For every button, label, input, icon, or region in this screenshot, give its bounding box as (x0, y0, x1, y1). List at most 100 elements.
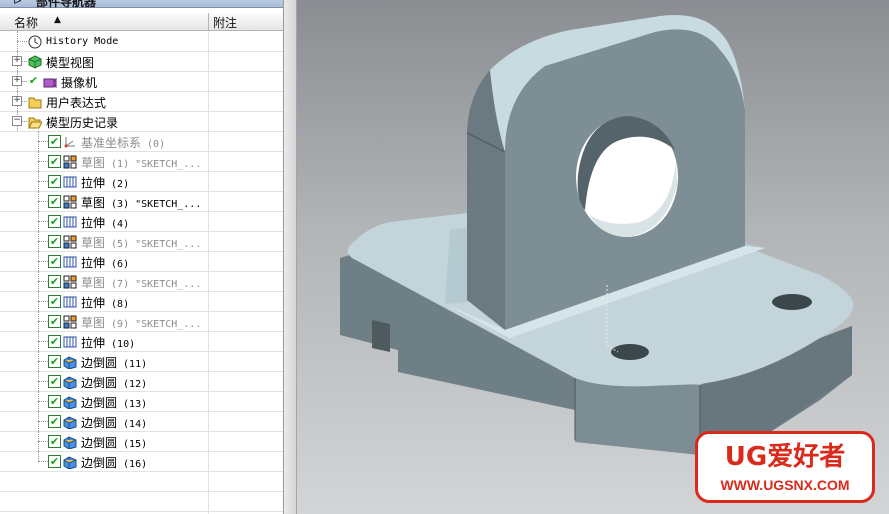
tree-node[interactable]: ✔ 草图 (9) "SKETCH_... (0, 311, 283, 332)
tree-node-label: 边倒圆 (16) (81, 454, 147, 471)
column-separator (208, 111, 209, 131)
tree-node-name: 拉伸 (81, 176, 106, 190)
tree-node[interactable]: ✔ 边倒圆 (14) (0, 411, 283, 432)
tree-node-name: 草图 (81, 156, 106, 170)
ugsnx-watermark-logo: UG爱好者 WWW.UGSNX.COM (695, 431, 875, 503)
expand-icon[interactable]: + (12, 96, 22, 106)
column-name-header[interactable]: 名称 (14, 14, 38, 31)
visibility-checkbox[interactable]: ✔ (48, 435, 61, 448)
visibility-checkbox[interactable]: ✔ (48, 395, 61, 408)
visibility-checkbox[interactable]: ✔ (48, 275, 61, 288)
tree-node-label: 边倒圆 (15) (81, 434, 147, 451)
extrude-icon (63, 254, 77, 268)
collapse-icon[interactable]: − (12, 116, 22, 126)
tree-node[interactable]: ✔ 拉伸 (6) (0, 251, 283, 272)
tree-node-name: 边倒圆 (81, 436, 118, 450)
visibility-checkbox[interactable]: ✔ (28, 75, 39, 86)
visibility-checkbox[interactable]: ✔ (48, 355, 61, 368)
tree-node[interactable]: ✔ 边倒圆 (11) (0, 351, 283, 372)
navigator-title-bar: ⊳ 部件导航器 (0, 0, 283, 9)
tree-node-label: History Mode (46, 36, 118, 47)
camera-icon (43, 74, 57, 89)
tree-node[interactable]: ✔ 基准坐标系 (0) (0, 131, 283, 152)
tree-line (38, 241, 48, 242)
tree-node-label: 拉伸 (8) (81, 294, 129, 311)
panel-splitter[interactable] (284, 0, 297, 514)
tree-node-suffix: (2) (105, 179, 130, 190)
sort-ascending-icon[interactable]: ▲ (54, 15, 61, 25)
visibility-checkbox[interactable]: ✔ (48, 375, 61, 388)
tree-node-label: 草图 (3) "SKETCH_... (81, 194, 201, 211)
tree-node[interactable]: ✔ 边倒圆 (15) (0, 431, 283, 452)
column-separator (208, 31, 209, 51)
tree-node[interactable]: ✔ 草图 (7) "SKETCH_... (0, 271, 283, 292)
visibility-checkbox[interactable]: ✔ (48, 455, 61, 468)
tree-node-label: 草图 (7) "SKETCH_... (81, 274, 201, 291)
watermark-url: WWW.UGSNX.COM (720, 477, 850, 493)
expand-icon[interactable]: + (12, 56, 22, 66)
tree-node[interactable]: ✔ 拉伸 (10) (0, 331, 283, 352)
visibility-checkbox[interactable]: ✔ (48, 335, 61, 348)
column-separator (208, 231, 209, 251)
tree-node[interactable]: ✔ 草图 (3) "SKETCH_... (0, 191, 283, 212)
edge-blend-icon (63, 454, 77, 470)
tree-node[interactable]: History Mode (0, 31, 283, 52)
tree-node-label: 模型历史记录 (46, 114, 118, 131)
tree-node[interactable]: ✔ 拉伸 (2) (0, 171, 283, 192)
column-separator (208, 411, 209, 431)
tree-node[interactable]: ✔ 草图 (5) "SKETCH_... (0, 231, 283, 252)
sketch-icon (63, 194, 77, 209)
tree-node[interactable]: ✔ 边倒圆 (13) (0, 391, 283, 412)
column-separator (208, 151, 209, 171)
tree-line (38, 451, 39, 461)
tree-node[interactable]: ✔ 拉伸 (8) (0, 291, 283, 312)
tree-node[interactable]: ✔ 草图 (1) "SKETCH_... (0, 151, 283, 172)
tree-line (38, 181, 48, 182)
tree-line (38, 341, 48, 342)
visibility-checkbox[interactable]: ✔ (48, 415, 61, 428)
tree-node-name: 摄像机 (61, 76, 98, 90)
visibility-checkbox[interactable]: ✔ (48, 175, 61, 188)
folder-icon (28, 94, 42, 109)
model-views-icon (28, 54, 42, 69)
tree-line (38, 441, 48, 442)
tree-node-suffix: (0) (141, 139, 166, 150)
tree-node[interactable]: ✔ 边倒圆 (12) (0, 371, 283, 392)
tree-node-suffix: (14) (117, 419, 148, 430)
visibility-checkbox[interactable]: ✔ (48, 315, 61, 328)
tree-node-name: 边倒圆 (81, 356, 118, 370)
visibility-checkbox[interactable]: ✔ (48, 195, 61, 208)
tree-node-name: 拉伸 (81, 336, 106, 350)
column-separator (208, 491, 209, 511)
clock-icon (28, 34, 42, 49)
tree-node[interactable]: + 模型视图 (0, 51, 283, 72)
visibility-checkbox[interactable]: ✔ (48, 155, 61, 168)
tree-node-label: 模型视图 (46, 54, 94, 71)
visibility-checkbox[interactable]: ✔ (48, 135, 61, 148)
column-separator (208, 271, 209, 291)
tree-line (38, 361, 48, 362)
tree-node[interactable]: + 用户表达式 (0, 91, 283, 112)
tree-line (17, 41, 27, 42)
visibility-checkbox[interactable]: ✔ (48, 255, 61, 268)
expand-icon[interactable]: + (12, 76, 22, 86)
sketch-icon (63, 314, 77, 329)
tree-node-label: 草图 (9) "SKETCH_... (81, 314, 201, 331)
tree-node[interactable]: ✔ 拉伸 (4) (0, 211, 283, 232)
column-header: 名称 ▲ 附注 (0, 13, 283, 31)
tree-node-name: 模型历史记录 (46, 116, 119, 130)
pin-icon[interactable]: ⊳ (13, 0, 22, 7)
tree-node[interactable]: ✔ 边倒圆 (16) (0, 451, 283, 472)
visibility-checkbox[interactable]: ✔ (48, 235, 61, 248)
tree-node[interactable]: − 模型历史记录 (0, 111, 283, 132)
column-separator[interactable] (208, 13, 209, 30)
visibility-checkbox[interactable]: ✔ (48, 295, 61, 308)
visibility-checkbox[interactable]: ✔ (48, 215, 61, 228)
tree-node[interactable]: + ✔ 摄像机 (0, 71, 283, 92)
column-note-header[interactable]: 附注 (213, 14, 237, 31)
empty-row (0, 471, 283, 492)
tree-node-label: 边倒圆 (14) (81, 414, 147, 431)
tree-node-name: 边倒圆 (81, 396, 118, 410)
tree-node-name: 草图 (81, 276, 106, 290)
tree-node-suffix: (15) (117, 439, 148, 450)
